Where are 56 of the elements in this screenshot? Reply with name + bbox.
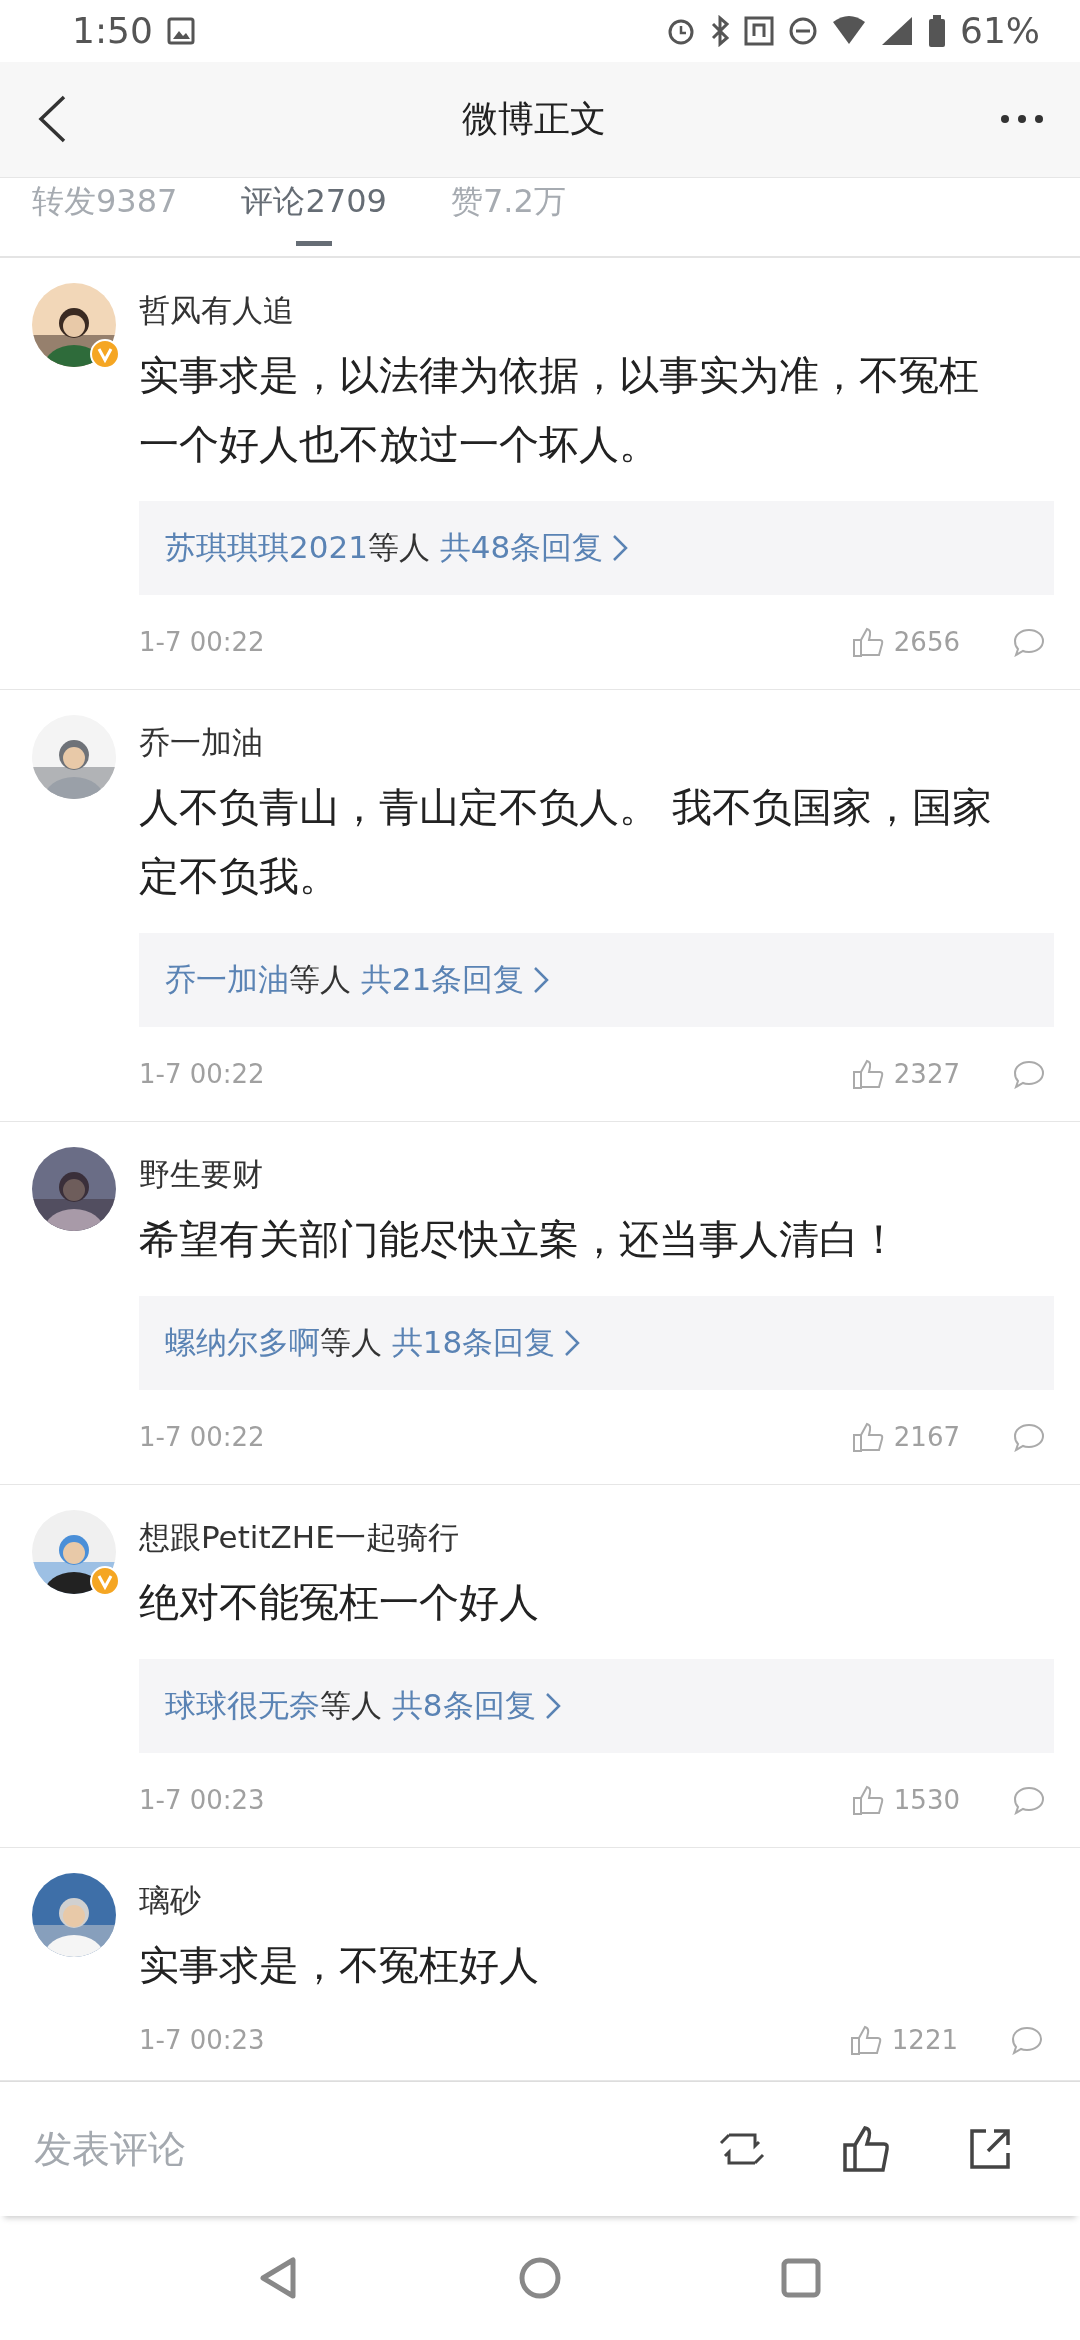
user-name[interactable]: 哲风有人追 bbox=[139, 284, 1054, 335]
comment-time: 1-7 00:22 bbox=[139, 626, 266, 657]
comment-text: 实事求是，不冤枉好人 bbox=[139, 1940, 540, 1990]
back-icon[interactable] bbox=[36, 94, 68, 145]
replies-preview[interactable]: 苏琪琪琪2021等人 共48条回复 bbox=[139, 500, 1054, 595]
comment-icon[interactable] bbox=[1012, 626, 1046, 657]
battery-icon bbox=[928, 14, 946, 47]
comment-time: 1-7 00:22 bbox=[139, 1421, 266, 1452]
status-time: 1:50 bbox=[72, 10, 153, 52]
share-icon[interactable] bbox=[968, 2126, 1012, 2171]
more-icon[interactable] bbox=[1000, 114, 1044, 125]
like-count: 1221 bbox=[891, 2024, 958, 2055]
page-title: 微博正文 bbox=[462, 96, 606, 141]
wifi-icon bbox=[832, 15, 866, 46]
comment-text: 实事求是，以法律为依据，以事实为准，不冤枉一个好人也不放过一个坏人。 bbox=[139, 350, 980, 469]
thumbs-up-icon[interactable] bbox=[851, 1783, 884, 1816]
replies-preview[interactable]: 螺纳尔多啊等人 共18条回复 bbox=[139, 1295, 1054, 1390]
like-count: 1530 bbox=[893, 1784, 960, 1815]
like-count: 2167 bbox=[893, 1421, 960, 1452]
comment-text: 绝对不能冤枉一个好人 bbox=[139, 1577, 540, 1627]
battery-level: 61% bbox=[960, 10, 1040, 52]
like-count: 2656 bbox=[893, 626, 960, 657]
chevron-right-icon bbox=[611, 532, 630, 563]
comment-icon[interactable] bbox=[1010, 2024, 1044, 2055]
nfc-icon bbox=[744, 15, 774, 46]
thumbs-up-icon[interactable] bbox=[851, 625, 884, 658]
user-name[interactable]: 想跟PetitZHE一起骑行 bbox=[139, 1511, 1054, 1562]
thumbs-up-icon[interactable] bbox=[849, 2023, 882, 2056]
do-not-disturb-icon bbox=[788, 15, 818, 46]
comment-text: 希望有关部门能尽快立案，还当事人清白！ bbox=[139, 1214, 900, 1264]
comment-time: 1-7 00:23 bbox=[139, 1784, 266, 1815]
bluetooth-icon bbox=[710, 14, 730, 47]
comment-icon[interactable] bbox=[1012, 1784, 1046, 1815]
user-name[interactable]: 野生要财 bbox=[139, 1148, 1054, 1199]
thumbs-up-icon[interactable] bbox=[851, 1420, 884, 1453]
replies-preview[interactable]: 球球很无奈等人 共8条回复 bbox=[139, 1658, 1054, 1753]
chevron-right-icon bbox=[532, 964, 551, 995]
user-name[interactable]: 乔一加油 bbox=[139, 716, 1054, 767]
comment-icon[interactable] bbox=[1012, 1421, 1046, 1452]
chevron-right-icon bbox=[563, 1327, 582, 1358]
like-count: 2327 bbox=[893, 1058, 960, 1089]
comment-icon[interactable] bbox=[1012, 1058, 1046, 1089]
comment-text: 人不负青山，青山定不负人。 我不负国家，国家定不负我。 bbox=[139, 782, 993, 901]
thumbs-up-icon[interactable] bbox=[851, 1057, 884, 1090]
comment-time: 1-7 00:22 bbox=[139, 1058, 266, 1089]
chevron-right-icon bbox=[543, 1690, 562, 1721]
home-nav-icon[interactable] bbox=[518, 2256, 562, 2301]
tab[interactable]: 评论2709 bbox=[241, 177, 387, 256]
thumbs-up-icon[interactable] bbox=[842, 2124, 890, 2173]
replies-preview[interactable]: 乔一加油等人 共21条回复 bbox=[139, 932, 1054, 1027]
comment-time: 1-7 00:23 bbox=[139, 2024, 266, 2055]
comment-input[interactable]: 发表评论 bbox=[32, 2125, 648, 2172]
recents-nav-icon[interactable] bbox=[780, 2258, 821, 2299]
signal-icon bbox=[880, 14, 914, 47]
image-icon bbox=[166, 16, 195, 45]
user-name[interactable]: 璃砂 bbox=[139, 1874, 1052, 1925]
